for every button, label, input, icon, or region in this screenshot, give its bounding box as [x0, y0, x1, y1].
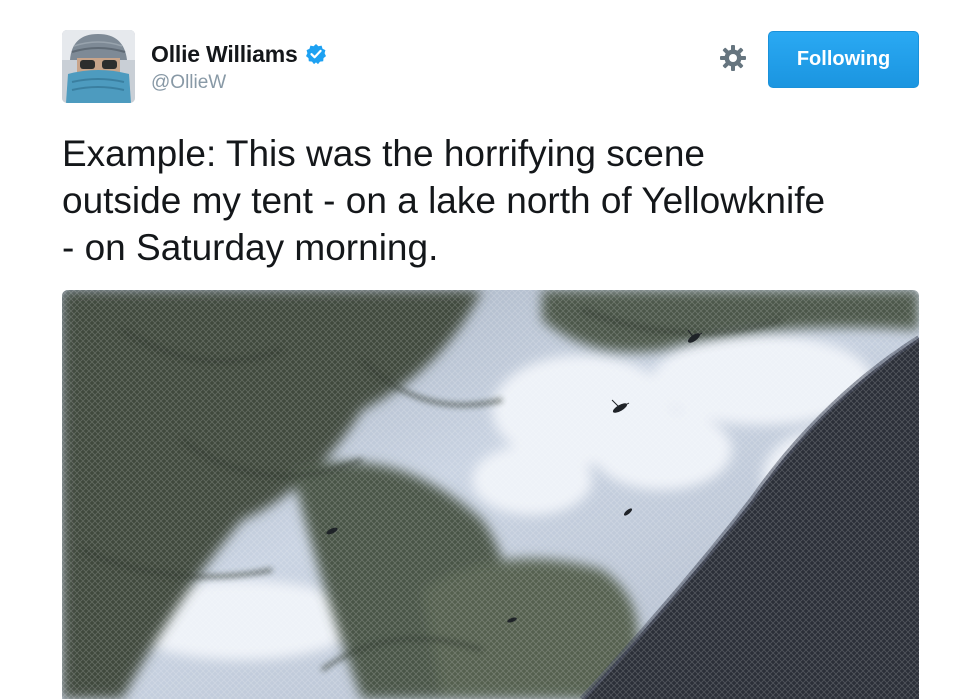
tweet-card: Ollie Williams @OllieW Following Example… [0, 0, 976, 699]
media-photo-icon [62, 290, 919, 699]
author-info: Ollie Williams @OllieW [151, 38, 327, 94]
verified-badge-icon [305, 43, 327, 65]
following-button[interactable]: Following [768, 31, 919, 88]
tweet-text: Example: This was the horrifying scene o… [62, 130, 942, 271]
avatar[interactable] [62, 30, 135, 103]
author-handle[interactable]: @OllieW [151, 72, 327, 94]
author-display-name[interactable]: Ollie Williams [151, 41, 298, 68]
name-row: Ollie Williams [151, 38, 327, 70]
gear-icon[interactable] [718, 43, 748, 73]
avatar-photo-icon [62, 30, 135, 103]
tweet-text-line-2: outside my tent - on a lake north of Yel… [62, 180, 826, 221]
tweet-text-line-1: Example: This was the horrifying scene [62, 133, 706, 174]
tweet-media-video[interactable] [62, 290, 919, 699]
tweet-text-line-3: - on Saturday morning. [62, 227, 439, 268]
